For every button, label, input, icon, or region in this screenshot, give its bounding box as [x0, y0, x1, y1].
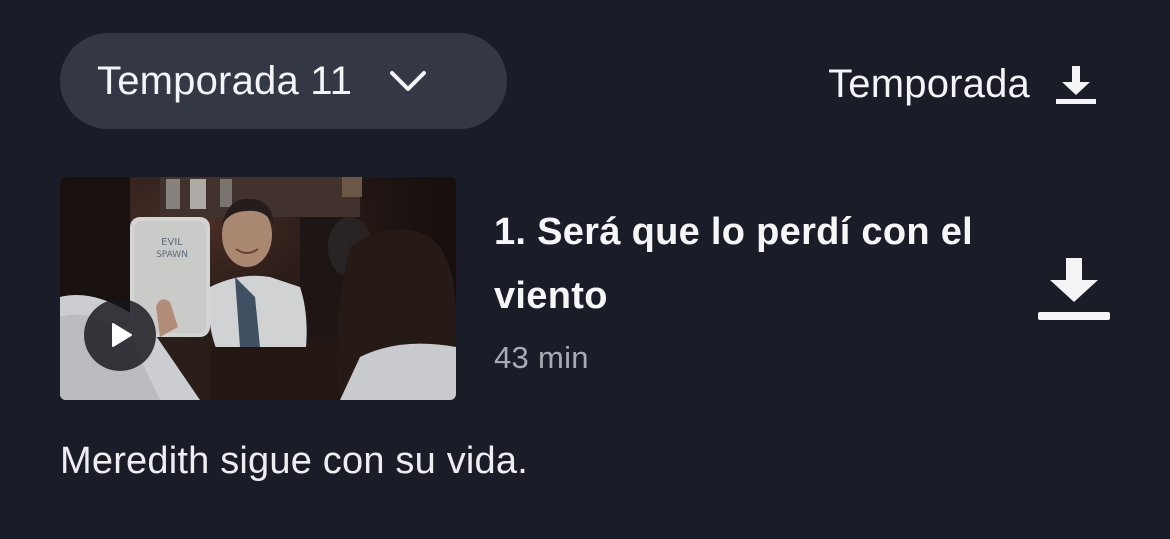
- play-button[interactable]: [84, 299, 156, 371]
- season-selector[interactable]: Temporada 11: [60, 33, 507, 129]
- episode-description: Meredith sigue con su vida.: [60, 440, 528, 482]
- episode-list-screen: Temporada 11 Temporada EVIL SPAWN 1. Ser…: [0, 0, 1170, 539]
- episode-thumbnail[interactable]: EVIL SPAWN: [60, 177, 456, 400]
- chevron-down-icon: [388, 69, 428, 93]
- download-season-button[interactable]: Temporada: [828, 58, 1098, 110]
- episode-title[interactable]: 1. Será que lo perdí con el viento: [494, 200, 1014, 328]
- season-selector-label: Temporada 11: [97, 58, 353, 103]
- download-season-label: Temporada: [828, 61, 1030, 106]
- download-episode-button[interactable]: [1036, 256, 1112, 324]
- episode-duration: 43 min: [494, 340, 589, 375]
- download-icon: [1038, 258, 1110, 320]
- play-icon: [112, 323, 132, 347]
- download-icon: [1054, 62, 1098, 106]
